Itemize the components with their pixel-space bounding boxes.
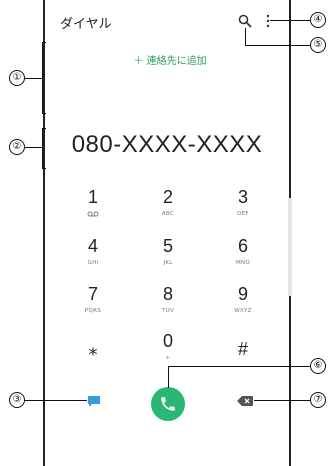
key-digit: ⁎ [88,339,98,359]
key-letters: + [165,355,171,361]
callout-2: ② [9,139,25,155]
key-2[interactable]: 2 ABC [138,187,198,217]
callout-5-leader [245,45,310,47]
callout-1: ① [9,70,25,86]
bracket-1-vertical [42,42,44,114]
dialed-number: 080-XXXX-XXXX [71,131,263,158]
callout-3: ③ [9,392,25,408]
key-letters: WXYZ [234,308,252,314]
key-letters: MNO [235,260,251,266]
phone-icon [161,397,175,411]
key-digit: 2 [162,187,173,207]
key-digit: 7 [87,284,98,304]
callout-7-leader [254,400,310,402]
key-star[interactable]: ⁎ [63,339,123,359]
call-button[interactable] [151,387,185,421]
key-digit: 8 [162,284,173,304]
key-0[interactable]: 0 + [138,331,198,361]
key-letters: PQRS [84,308,102,314]
callout-5: ⑤ [310,37,326,53]
key-digit: 1 [87,187,98,207]
key-letters: TUV [161,308,175,314]
key-letters: GHI [87,260,99,266]
callout-3-leader [25,400,87,402]
key-letters: ABC [161,211,175,217]
key-digit: 3 [237,187,248,207]
key-letters: JKL [163,260,173,266]
backspace-icon[interactable] [237,396,253,406]
page-title: ダイヤル [60,17,112,32]
key-digit: # [237,339,248,359]
key-6[interactable]: 6 MNO [213,236,273,266]
key-digit: 5 [162,236,173,256]
callout-2-leader [25,147,42,149]
key-4[interactable]: 4 GHI [63,236,123,266]
key-digit: 4 [87,236,98,256]
callout-6-leader-vertical [168,366,170,388]
bracket-2-vertical [42,128,44,169]
bracket-1-bottom [42,113,46,115]
key-7[interactable]: 7 PQRS [63,284,123,314]
callout-5-leader-vertical [245,28,247,46]
voicemail-icon [87,211,99,217]
key-9[interactable]: 9 WXYZ [213,284,273,314]
search-icon[interactable] [238,14,252,28]
callout-6-leader [168,366,310,368]
bracket-2-bottom [42,168,46,170]
key-1[interactable]: 1 [63,187,123,217]
side-scroll-indicator [288,198,292,296]
message-icon[interactable] [87,395,101,408]
callout-1-leader [25,78,42,80]
key-digit: 0 [162,331,173,351]
key-3[interactable]: 3 DEF [213,187,273,217]
add-contact-link[interactable]: ＋ 連絡先に追加 [120,52,220,67]
callout-4-leader [270,20,310,22]
callout-7: ⑦ [310,392,326,408]
key-8[interactable]: 8 TUV [138,284,198,314]
key-5[interactable]: 5 JKL [138,236,198,266]
key-digit: 6 [237,236,248,256]
callout-6: ⑥ [310,358,326,374]
key-hash[interactable]: # [213,339,273,359]
key-letters: DEF [237,211,249,217]
callout-4: ④ [310,12,326,28]
key-digit: 9 [237,284,248,304]
